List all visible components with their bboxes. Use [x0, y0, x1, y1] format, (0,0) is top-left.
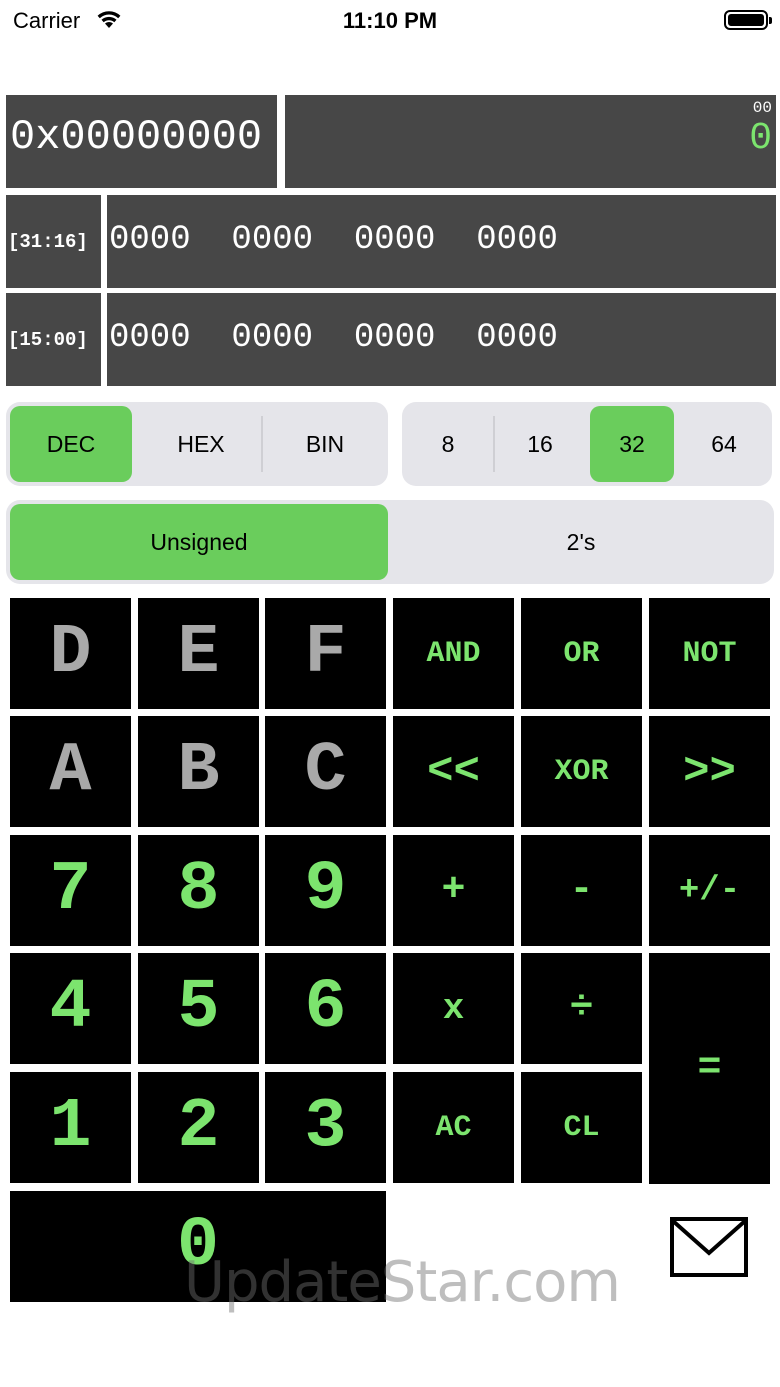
- key-5[interactable]: 5: [138, 953, 259, 1064]
- key-clear[interactable]: CL: [521, 1072, 642, 1183]
- battery-icon: [724, 10, 772, 30]
- bit-values: 0000 0000 0000 0000: [109, 221, 558, 259]
- segment-unsigned[interactable]: Unsigned: [10, 504, 388, 580]
- status-bar: Carrier 11:10 PM: [0, 0, 780, 44]
- key-minus[interactable]: -: [521, 835, 642, 946]
- segment-dec[interactable]: DEC: [10, 406, 132, 482]
- clock: 11:10 PM: [342, 8, 438, 33]
- key-8[interactable]: 8: [138, 835, 259, 946]
- segment-16[interactable]: 16: [498, 406, 582, 482]
- base-segment: DEC HEX BIN: [6, 402, 388, 486]
- key-not[interactable]: NOT: [649, 598, 770, 709]
- sign-segment: Unsigned 2's: [6, 500, 774, 584]
- key-e[interactable]: E: [138, 598, 259, 709]
- key-9[interactable]: 9: [265, 835, 386, 946]
- segment-8[interactable]: 8: [406, 406, 490, 482]
- key-and[interactable]: AND: [393, 598, 514, 709]
- decimal-display: 00 0: [285, 95, 776, 188]
- bit-row-low: 0000 0000 0000 0000: [107, 293, 776, 386]
- width-segment: 8 16 32 64: [402, 402, 772, 486]
- bit-range-text: [31:16]: [8, 231, 88, 253]
- key-2[interactable]: 2: [138, 1072, 259, 1183]
- hex-value: 0x00000000: [10, 113, 263, 161]
- segment-bin[interactable]: BIN: [264, 406, 386, 482]
- key-7[interactable]: 7: [10, 835, 131, 946]
- key-xor[interactable]: XOR: [521, 716, 642, 827]
- key-a[interactable]: A: [10, 716, 131, 827]
- key-or[interactable]: OR: [521, 598, 642, 709]
- key-negate[interactable]: +/-: [649, 835, 770, 946]
- key-1[interactable]: 1: [10, 1072, 131, 1183]
- key-6[interactable]: 6: [265, 953, 386, 1064]
- segment-twos-complement[interactable]: 2's: [392, 504, 770, 580]
- bit-values: 0000 0000 0000 0000: [109, 319, 558, 357]
- key-d[interactable]: D: [10, 598, 131, 709]
- decimal-value: 0: [749, 117, 772, 160]
- hex-display: 0x00000000: [6, 95, 277, 188]
- segment-64[interactable]: 64: [682, 406, 766, 482]
- watermark: UpdateStar.com: [184, 1250, 621, 1315]
- key-f[interactable]: F: [265, 598, 386, 709]
- segment-divider: [261, 416, 263, 472]
- key-multiply[interactable]: x: [393, 953, 514, 1064]
- segment-hex[interactable]: HEX: [140, 406, 262, 482]
- segment-32[interactable]: 32: [590, 406, 674, 482]
- key-3[interactable]: 3: [265, 1072, 386, 1183]
- decimal-subscript: 00: [752, 99, 772, 117]
- key-c[interactable]: C: [265, 716, 386, 827]
- key-equals[interactable]: =: [649, 953, 770, 1184]
- bit-range-label-low: [15:00]: [6, 293, 101, 386]
- key-shift-left[interactable]: <<: [393, 716, 514, 827]
- key-all-clear[interactable]: AC: [393, 1072, 514, 1183]
- key-plus[interactable]: +: [393, 835, 514, 946]
- bit-row-high: 0000 0000 0000 0000: [107, 195, 776, 288]
- key-divide[interactable]: ÷: [521, 953, 642, 1064]
- mail-icon[interactable]: [670, 1217, 748, 1277]
- bit-range-label-high: [31:16]: [6, 195, 101, 288]
- key-4[interactable]: 4: [10, 953, 131, 1064]
- segment-divider: [493, 416, 495, 472]
- key-shift-right[interactable]: >>: [649, 716, 770, 827]
- key-b[interactable]: B: [138, 716, 259, 827]
- bit-range-text: [15:00]: [8, 329, 88, 351]
